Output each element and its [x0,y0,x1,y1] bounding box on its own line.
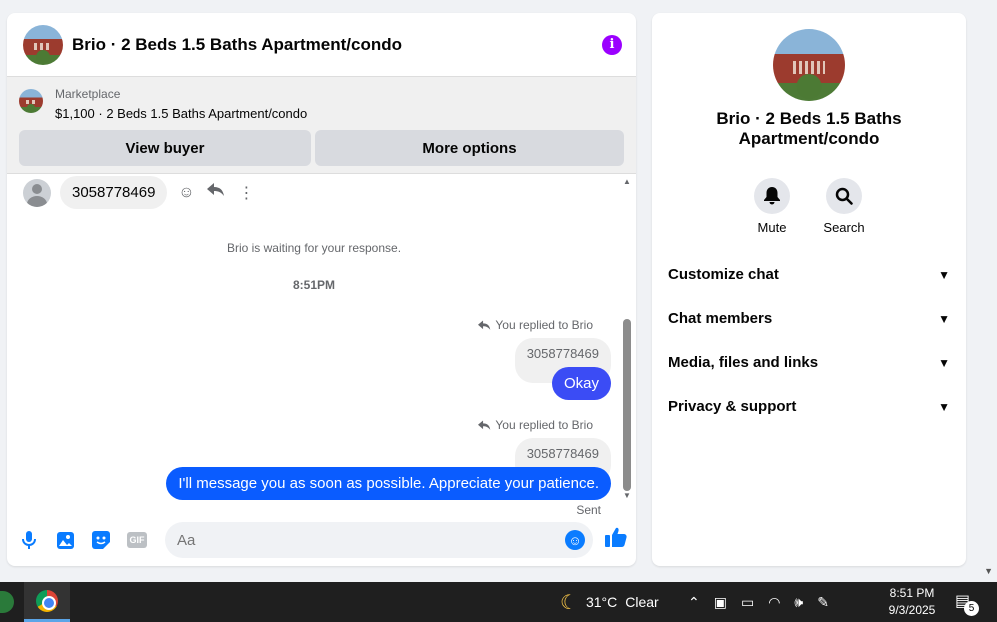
taskbar: ☾ 31°C Clear ⌃ ▣ ▭ ◠ 🕪 ✎ 8:51 PM 9/3/202… [0,582,997,622]
more-options-button[interactable]: More options [315,130,624,166]
app-icon [0,591,14,613]
mute-label: Mute [757,220,787,235]
reply-label: You replied to Brio [495,418,593,432]
section-privacy-support[interactable]: Privacy & support ▼ [668,398,950,415]
taskbar-clock[interactable]: 8:51 PM 9/3/2025 [880,585,944,619]
chevron-down-icon: ▼ [938,267,950,282]
search-action[interactable]: Search [823,178,865,235]
chevron-down-icon: ▼ [938,311,950,326]
chrome-icon [36,589,58,612]
chevron-down-icon: ▼ [938,355,950,370]
reply-icon[interactable] [207,183,225,202]
info-icon[interactable]: i [602,34,622,55]
incoming-message-bubble[interactable]: 3058778469 [60,176,168,209]
outgoing-message-bubble[interactable]: Okay [551,367,611,400]
section-customize-chat[interactable]: Customize chat ▼ [668,266,950,283]
more-vertical-icon[interactable]: ⋮ [237,183,255,203]
message-actions: ☺ ⋮ [177,183,255,203]
bell-icon[interactable] [754,178,790,214]
section-label: Privacy & support [668,398,797,415]
page-scroll-down-icon[interactable]: ▼ [984,566,993,576]
clock-date: 9/3/2025 [888,603,936,617]
message-input[interactable] [177,531,565,549]
pen-icon[interactable]: ✎ [817,594,829,611]
battery-icon[interactable]: ▭ [741,594,754,611]
incoming-message-row: 3058778469 ☺ ⋮ [23,176,255,209]
weather-desc: Clear [625,594,659,610]
info-panel-title: Brio · 2 Beds 1.5 Baths Apartment/condo [716,109,902,148]
message-composer: GIF ☺ [7,514,636,566]
meet-icon[interactable]: ▣ [714,594,727,611]
gif-icon[interactable]: GIF [127,532,147,548]
weather-widget[interactable]: ☾ 31°C Clear [560,582,659,622]
waiting-note: Brio is waiting for your response. [226,241,402,255]
section-label: Chat members [668,310,773,327]
photo-icon[interactable] [55,530,75,550]
reply-label: You replied to Brio [495,318,593,332]
scroll-thumb[interactable] [623,319,631,491]
search-label: Search [823,220,865,235]
profile-avatar[interactable] [773,29,845,101]
sender-avatar[interactable] [23,178,51,207]
moon-icon: ☾ [560,591,578,614]
chevron-down-icon: ▼ [938,399,950,414]
thumbs-up-icon[interactable] [605,527,627,553]
chevron-up-icon[interactable]: ⌃ [688,594,700,611]
message-list: 3058778469 ☺ ⋮ Brio is waiting for your … [7,174,636,517]
weather-temp: 31°C [585,594,618,610]
marketplace-label: Marketplace [55,87,121,101]
section-media-files-links[interactable]: Media, files and links ▼ [668,354,950,371]
reply-indicator: You replied to Brio [478,318,593,332]
chat-header: Brio · 2 Beds 1.5 Baths Apartment/condo … [7,13,636,77]
reply-icon [478,419,491,430]
scroll-down-arrow-icon[interactable]: ▼ [622,491,632,500]
volume-icon[interactable]: 🕪 [794,594,803,611]
taskbar-chrome[interactable] [24,582,70,622]
sticker-icon[interactable] [91,530,111,550]
chat-title[interactable]: Brio · 2 Beds 1.5 Baths Apartment/condo [72,35,602,55]
marketplace-banner: Marketplace $1,100 · 2 Beds 1.5 Baths Ap… [7,77,636,174]
quick-actions: Mute Search [752,178,865,235]
emoji-icon[interactable]: ☺ [565,530,585,550]
microphone-icon[interactable] [19,530,39,550]
react-icon[interactable]: ☺ [177,184,195,202]
outgoing-message-bubble[interactable]: I'll message you as soon as possible. Ap… [166,467,611,500]
view-buyer-button[interactable]: View buyer [19,130,311,166]
section-label: Customize chat [668,266,779,283]
message-input-wrapper: ☺ [165,522,593,558]
message-scrollbar[interactable]: ▲ ▼ [622,177,632,511]
listing-avatar[interactable] [23,24,63,65]
clock-time: 8:51 PM [889,586,935,600]
listing-summary[interactable]: $1,100 · 2 Beds 1.5 Baths Apartment/cond… [55,104,307,123]
section-label: Media, files and links [668,354,819,371]
marketplace-thumbnail[interactable] [19,89,43,113]
mute-action[interactable]: Mute [752,178,792,235]
section-chat-members[interactable]: Chat members ▼ [668,310,950,327]
system-tray: ⌃ ▣ ▭ ◠ 🕪 ✎ [688,582,829,622]
notification-badge: 5 [964,601,979,616]
reply-indicator: You replied to Brio [478,418,593,432]
scroll-up-arrow-icon[interactable]: ▲ [622,177,632,186]
wifi-icon[interactable]: ◠ [768,594,780,611]
chat-panel: Brio · 2 Beds 1.5 Baths Apartment/condo … [7,13,636,566]
search-icon[interactable] [826,178,862,214]
message-timestamp: 8:51PM [292,278,336,292]
taskbar-app-1[interactable] [0,582,14,622]
reply-icon [478,319,491,330]
conversation-info-panel: Brio · 2 Beds 1.5 Baths Apartment/condo … [652,13,966,566]
